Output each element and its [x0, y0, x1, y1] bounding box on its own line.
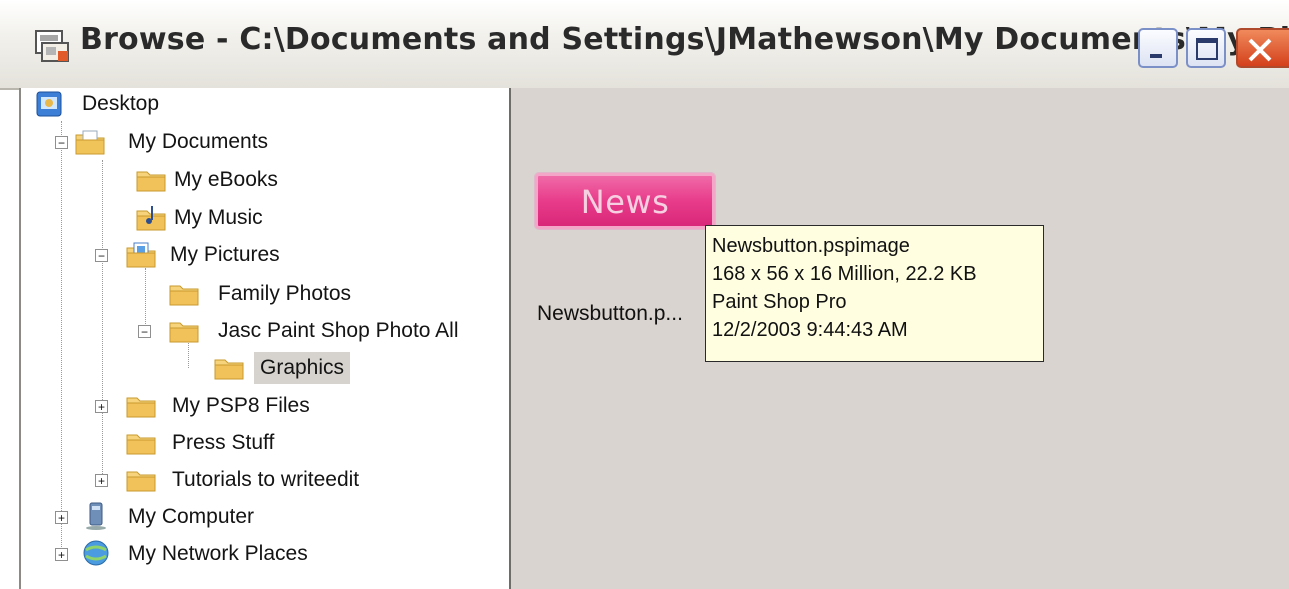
maximize-icon — [1196, 38, 1218, 60]
window-title: Browse - C:\Documents and Settings\JMath… — [80, 22, 1289, 57]
music-folder-icon — [136, 206, 166, 231]
image-thumbnail[interactable]: News — [535, 173, 715, 229]
pane-splitter[interactable] — [495, 88, 511, 589]
collapse-toggle[interactable]: − — [55, 136, 68, 150]
minimize-button[interactable] — [1138, 28, 1178, 68]
tooltip-app: Paint Shop Pro — [712, 291, 847, 313]
tree-item-label: My Documents — [128, 130, 269, 153]
file-name-label[interactable]: Newsbutton.p... — [537, 302, 683, 326]
tree-item-label: My PSP8 Files — [172, 394, 310, 417]
thumbnail-text: News — [580, 183, 670, 221]
title-bar[interactable]: Browse - C:\Documents and Settings\JMath… — [0, 0, 1289, 90]
file-info-tooltip: Newsbutton.pspimage 168 x 56 x 16 Millio… — [705, 225, 1044, 362]
expand-toggle[interactable]: + — [95, 400, 108, 414]
tree-connector — [102, 160, 103, 478]
tooltip-date: 12/2/2003 9:44:43 AM — [712, 319, 908, 341]
desktop-icon — [36, 91, 62, 117]
collapse-toggle[interactable]: − — [138, 325, 151, 339]
network-icon — [83, 540, 109, 566]
app-icon — [32, 25, 72, 65]
tree-item-label: Desktop — [82, 92, 160, 115]
folder-icon — [169, 285, 199, 306]
expand-toggle[interactable]: + — [55, 548, 68, 562]
tree-item-label: My Music — [174, 206, 263, 229]
tree-item-label: Graphics — [254, 352, 351, 384]
expand-toggle[interactable]: + — [95, 474, 108, 488]
computer-icon — [86, 502, 106, 530]
expand-toggle[interactable]: + — [55, 511, 68, 525]
folder-icon — [169, 322, 199, 343]
pictures-folder-icon — [126, 242, 156, 268]
tree-item-label: My Computer — [128, 505, 255, 528]
close-button[interactable] — [1236, 28, 1289, 68]
minimize-icon — [1150, 54, 1162, 58]
collapse-toggle[interactable]: − — [95, 249, 108, 263]
tree-item-label: Press Stuff — [172, 431, 275, 454]
tree-item-label: My Pictures — [170, 243, 280, 266]
folder-icon — [126, 434, 156, 455]
folder-icon — [126, 397, 156, 418]
folder-icon — [126, 471, 156, 492]
tree-item-label: Family Photos — [218, 282, 352, 305]
folder-icon — [136, 171, 166, 192]
tree-item-label: My Network Places — [128, 542, 308, 565]
documents-folder-icon — [75, 130, 105, 155]
tree-connector — [188, 340, 189, 368]
folder-icon — [214, 359, 244, 380]
close-icon — [1248, 38, 1272, 62]
tooltip-filename: Newsbutton.pspimage — [712, 235, 910, 257]
tree-item-label: Tutorials to writeedit — [172, 468, 360, 491]
maximize-button[interactable] — [1186, 28, 1226, 68]
tooltip-dimensions: 168 x 56 x 16 Million, 22.2 KB — [712, 263, 977, 285]
tree-item-label: Jasc Paint Shop Photo All — [218, 319, 459, 342]
tree-item-label: My eBooks — [174, 168, 278, 191]
tree-connector — [61, 121, 62, 553]
